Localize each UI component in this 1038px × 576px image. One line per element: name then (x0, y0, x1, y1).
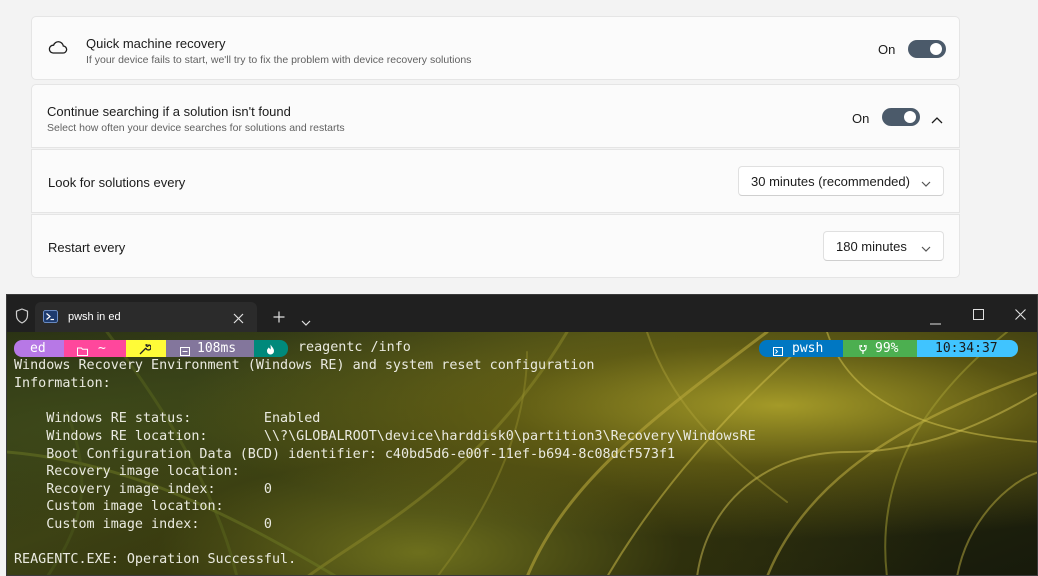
restart-every-row: Restart every 180 minutes (31, 214, 960, 278)
prompt-time-segment: 10:34:37 (917, 340, 1018, 357)
close-tab-icon[interactable] (233, 311, 244, 329)
prompt-pwsh-segment: pwsh (759, 340, 843, 357)
output-line: REAGENTC.EXE: Operation Successful. (14, 552, 297, 567)
prompt-battery-segment: 99% (843, 340, 917, 357)
output-line: Windows Recovery Environment (Windows RE… (14, 358, 595, 373)
quick-recovery-description: If your device fails to start, we'll try… (86, 54, 472, 66)
continue-searching-title: Continue searching if a solution isn't f… (47, 104, 291, 119)
prompt-user-segment: ed (14, 340, 64, 357)
prompt-git-segment (126, 340, 166, 357)
prompt-shell-name: pwsh (792, 341, 824, 356)
restart-every-dropdown[interactable]: 180 minutes (823, 231, 944, 261)
output-line: Custom image location: (14, 499, 224, 514)
output-line: Recovery image location: (14, 464, 240, 479)
shield-icon (15, 308, 29, 329)
output-line: Recovery image index: 0 (14, 482, 272, 497)
output-line: Windows RE status: Enabled (14, 411, 321, 426)
quick-recovery-state-label: On (878, 42, 896, 57)
output-line: Custom image index: 0 (14, 517, 272, 532)
chevron-up-icon[interactable] (931, 111, 943, 129)
terminal-console[interactable]: ed ~ 108ms reagentc /info pwsh 99% 10:34… (7, 332, 1037, 575)
quick-recovery-toggle[interactable] (908, 40, 946, 58)
new-tab-icon[interactable] (273, 310, 285, 328)
output-line: Windows RE location: \\?\GLOBALROOT\devi… (14, 429, 756, 444)
terminal-titlebar: pwsh in ed (7, 295, 1037, 332)
dropdown-chevron-icon[interactable] (301, 314, 311, 332)
prompt-user: ed (30, 341, 46, 356)
chevron-down-icon (921, 176, 931, 191)
prompt-time: 10:34:37 (935, 341, 998, 356)
continue-searching-description: Select how often your device searches fo… (47, 122, 345, 134)
minimize-icon[interactable] (930, 312, 941, 330)
maximize-icon[interactable] (973, 307, 984, 325)
output-line: Information: (14, 376, 111, 391)
prompt-battery: 99% (875, 341, 899, 356)
output-line: Boot Configuration Data (BCD) identifier… (14, 447, 676, 462)
look-for-solutions-value: 30 minutes (recommended) (751, 173, 910, 189)
look-for-solutions-label: Look for solutions every (48, 175, 186, 190)
prompt-exec-time: 108ms (197, 341, 237, 356)
prompt-dir-segment: ~ (64, 340, 126, 357)
prompt-command: reagentc /info (298, 340, 411, 355)
look-for-solutions-dropdown[interactable]: 30 minutes (recommended) (738, 166, 944, 196)
prompt-shell-segment (254, 340, 288, 357)
plug-icon (857, 343, 869, 360)
chevron-down-icon (921, 241, 931, 256)
terminal-icon (773, 344, 783, 361)
terminal-window: pwsh in ed ed ~ 108ms reagentc /info pws… (6, 294, 1038, 576)
tab-pwsh[interactable]: pwsh in ed (35, 302, 257, 332)
quick-machine-recovery-card: Quick machine recovery If your device fa… (31, 16, 960, 80)
tab-title: pwsh in ed (68, 311, 121, 323)
powershell-icon (43, 310, 58, 328)
look-for-solutions-row: Look for solutions every 30 minutes (rec… (31, 149, 960, 213)
continue-searching-card: Continue searching if a solution isn't f… (31, 84, 960, 148)
cloud-icon (48, 39, 68, 60)
restart-every-value: 180 minutes (836, 238, 907, 254)
quick-recovery-title: Quick machine recovery (86, 36, 226, 51)
prompt-exec-segment: 108ms (166, 340, 254, 357)
restart-every-label: Restart every (48, 240, 126, 255)
close-window-icon[interactable] (1015, 307, 1026, 325)
continue-searching-state-label: On (852, 111, 870, 126)
prompt-dir: ~ (98, 341, 106, 356)
continue-searching-toggle[interactable] (882, 108, 920, 126)
